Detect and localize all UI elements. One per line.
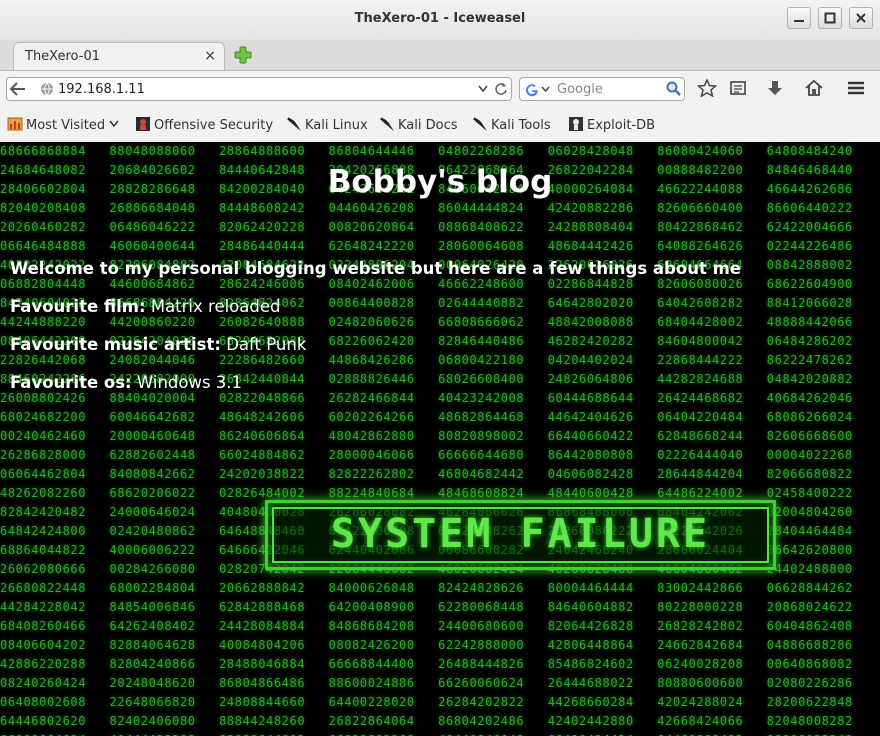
url-text[interactable]: 192.168.1.11 [58, 82, 145, 97]
search-engine-dropdown-icon[interactable] [541, 86, 550, 93]
back-arrow-icon[interactable] [9, 81, 27, 97]
maximize-button[interactable] [818, 7, 842, 29]
navigation-bar: 192.168.1.11 Google [0, 70, 880, 107]
bookmark-offensive-security[interactable]: Offensive Security [135, 116, 273, 133]
fact-label: Favourite music artist: [10, 335, 221, 354]
fact-film: Favourite film: Matrix reloaded [10, 297, 280, 316]
bookmark-kali-linux[interactable]: Kali Linux [286, 116, 368, 133]
fact-value: Matrix reloaded [150, 297, 281, 316]
fact-label: Favourite os: [10, 373, 132, 392]
bookmarks-toolbar: Most Visited Offensive Security Kali Lin… [0, 106, 880, 143]
bookmark-label: Offensive Security [154, 118, 274, 133]
close-icon [856, 13, 866, 23]
offsec-icon [136, 117, 150, 131]
maximize-icon [824, 12, 836, 24]
url-dropdown-icon[interactable] [478, 85, 488, 93]
search-box[interactable]: Google [519, 77, 685, 101]
fact-value: Windows 3.1 [136, 373, 243, 392]
bookmark-label: Kali Docs [398, 118, 458, 133]
hamburger-menu-icon[interactable] [846, 79, 866, 97]
bookmark-kali-tools[interactable]: Kali Tools [472, 116, 551, 133]
kali-dragon-icon [380, 117, 394, 131]
page-content: 68666868884 88048088060 28864888600 8680… [0, 142, 880, 736]
tab-strip: TheXero-01 × [0, 40, 880, 70]
new-tab-plus-icon[interactable] [234, 46, 252, 64]
page-title: Bobby's blog [327, 164, 553, 200]
fact-label: Favourite film: [10, 297, 146, 316]
url-bar[interactable]: 192.168.1.11 [6, 77, 512, 101]
bookmark-label: Kali Tools [491, 118, 551, 133]
most-visited-icon [7, 117, 23, 131]
downloads-icon[interactable] [766, 79, 784, 97]
tab-label: TheXero-01 [25, 49, 100, 64]
window-title: TheXero-01 - Iceweasel [354, 11, 526, 26]
matrix-background: 68666868884 88048088060 28864888600 8680… [0, 144, 853, 736]
exploitdb-icon [569, 117, 583, 131]
bookmark-label: Exploit-DB [587, 118, 656, 133]
fact-music: Favourite music artist: Daft Punk [10, 335, 306, 354]
chevron-down-icon [109, 120, 119, 128]
fact-value: Daft Punk [226, 335, 307, 354]
home-icon[interactable] [804, 79, 824, 97]
bookmark-star-icon[interactable] [697, 79, 717, 97]
reload-icon[interactable] [494, 82, 508, 96]
kali-dragon-icon [473, 117, 487, 131]
bookmark-most-visited[interactable]: Most Visited [7, 116, 119, 133]
close-window-button[interactable] [849, 7, 873, 29]
intro-text: Welcome to my personal blogging website … [10, 259, 741, 278]
fact-os: Favourite os: Windows 3.1 [10, 373, 242, 392]
bookmark-label: Most Visited [26, 118, 106, 133]
bookmark-label: Kali Linux [305, 118, 368, 133]
title-bar: TheXero-01 - Iceweasel [0, 0, 880, 41]
system-failure-text: SYSTEM FAILURE [330, 511, 711, 557]
search-placeholder: Google [557, 82, 603, 97]
system-failure-banner: SYSTEM FAILURE [265, 500, 776, 570]
globe-icon [41, 82, 53, 96]
minimize-button[interactable] [787, 7, 811, 29]
search-icon[interactable] [666, 81, 681, 96]
bookmark-kali-docs[interactable]: Kali Docs [379, 116, 458, 133]
minimize-icon [794, 20, 804, 22]
kali-dragon-icon [287, 117, 301, 131]
tab-close-icon[interactable]: × [204, 48, 216, 64]
bookmark-exploit-db[interactable]: Exploit-DB [568, 116, 655, 133]
bookmarks-menu-icon[interactable] [729, 79, 747, 97]
tab-thexero[interactable]: TheXero-01 × [13, 42, 225, 70]
google-icon [526, 84, 539, 97]
